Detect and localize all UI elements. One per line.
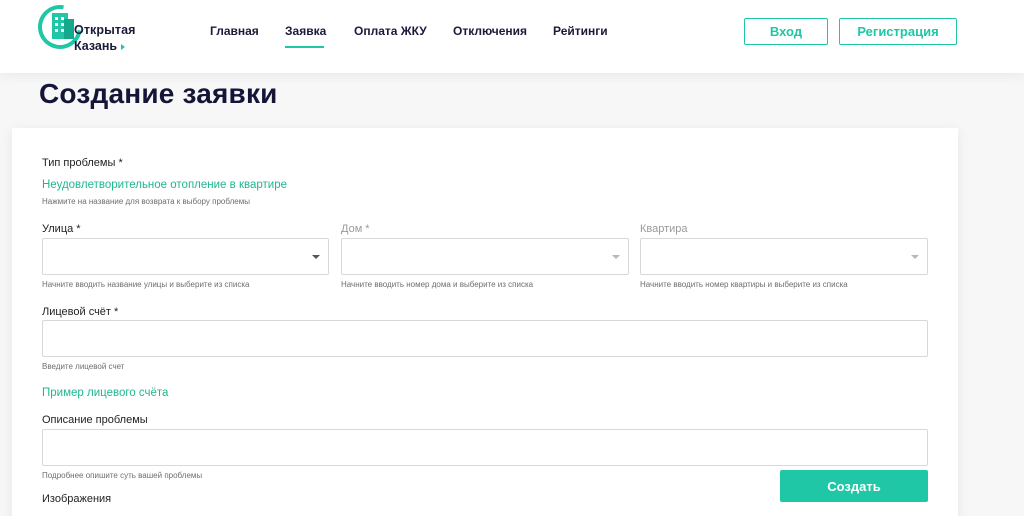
apartment-hint: Начните вводить номер квартиры и выберит…: [640, 280, 848, 289]
login-button[interactable]: Вход: [744, 18, 828, 45]
nav-item-home[interactable]: Главная: [210, 24, 259, 38]
problem-type-label: Тип проблемы *: [42, 157, 123, 169]
create-button[interactable]: Создать: [780, 470, 928, 502]
account-input[interactable]: [42, 320, 928, 357]
house-label: Дом *: [341, 223, 370, 235]
page-title: Создание заявки: [39, 78, 278, 109]
street-label: Улица *: [42, 223, 81, 235]
house-select[interactable]: [341, 238, 629, 275]
logo[interactable]: Открытая Казань: [29, 0, 148, 58]
chevron-down-icon: [612, 255, 620, 259]
nav-item-outages[interactable]: Отключения: [453, 24, 527, 38]
chevron-down-icon: [911, 255, 919, 259]
problem-type-hint: Нажмите на название для возврата к выбор…: [42, 197, 250, 206]
account-example-link[interactable]: Пример лицевого счёта: [42, 387, 168, 399]
logo-text-line2: Казань: [74, 39, 118, 53]
nav-item-request[interactable]: Заявка: [285, 24, 326, 38]
nav-item-payment[interactable]: Оплата ЖКУ: [354, 24, 427, 38]
house-hint: Начните вводить номер дома и выберите из…: [341, 280, 534, 289]
logo-text-line1: Открытая: [74, 23, 136, 37]
images-label: Изображения: [42, 493, 112, 505]
site-header: Открытая Казань Главная Заявка Оплата ЖК…: [0, 0, 1024, 73]
logo-arrow-icon: [121, 44, 125, 50]
chevron-down-icon: [312, 255, 320, 259]
problem-type-link[interactable]: Неудовлетворительное отопление в квартир…: [42, 179, 287, 191]
building-small-icon: [64, 19, 74, 39]
nav-item-ratings[interactable]: Рейтинги: [553, 24, 608, 38]
account-hint: Введите лицевой счет: [42, 362, 125, 371]
description-input[interactable]: [42, 429, 928, 466]
account-label: Лицевой счёт *: [42, 306, 119, 318]
nav-active-indicator: [285, 46, 324, 48]
register-button[interactable]: Регистрация: [839, 18, 957, 45]
street-select[interactable]: [42, 238, 329, 275]
apartment-select[interactable]: [640, 238, 928, 275]
apartment-label: Квартира: [640, 223, 688, 235]
description-hint: Подробнее опишите суть вашей проблемы: [42, 471, 203, 480]
street-hint: Начните вводить название улицы и выберит…: [42, 280, 250, 289]
description-label: Описание проблемы: [42, 414, 148, 426]
